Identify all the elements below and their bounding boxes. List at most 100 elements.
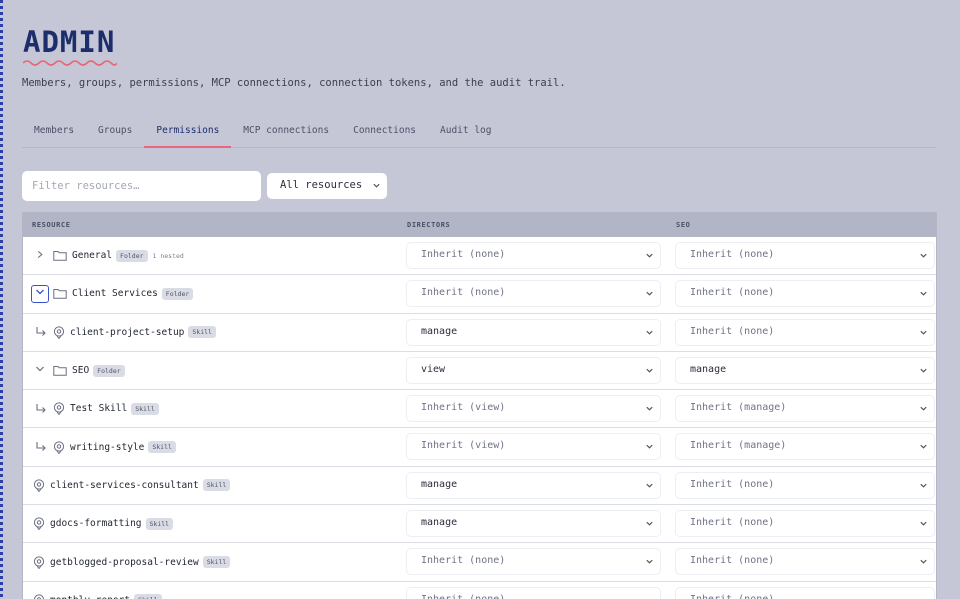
collapse-toggle[interactable] — [31, 284, 49, 303]
directors-permission-select[interactable]: view — [407, 357, 660, 383]
resource-cell: writing-style Skill — [23, 428, 403, 465]
column-header-resource: RESOURCE — [32, 221, 71, 229]
seo-permission-value: manage — [690, 363, 727, 375]
resource-cell: Test Skill Skill — [23, 390, 403, 427]
directors-permission-select[interactable]: manage — [407, 472, 660, 498]
directors-permission-value: Inherit (none) — [421, 594, 505, 599]
skill-icon — [33, 479, 45, 492]
skill-icon — [53, 402, 65, 416]
page-edge — [0, 0, 3, 599]
resource-type-badge: Skill — [188, 326, 216, 339]
table-row: SEO Folder view manage — [23, 352, 936, 391]
directors-permission-value: manage — [421, 325, 458, 337]
resource-type-select-value: All resources — [280, 179, 363, 191]
skill-icon — [33, 594, 45, 599]
table-row: getblogged-proposal-review Skill Inherit (… — [23, 543, 936, 582]
directors-permission-value: Inherit (none) — [421, 249, 506, 260]
tab-groups[interactable]: Groups — [86, 118, 144, 148]
directors-permission-value: manage — [421, 478, 458, 490]
resource-cell: gdocs-formatting Skill — [23, 505, 403, 542]
nested-count: 1 nested — [152, 251, 184, 260]
directors-permission-select[interactable]: Inherit (none) — [407, 281, 660, 307]
directors-permission-select[interactable]: Inherit (none) — [407, 587, 660, 599]
table-row: gdocs-formatting Skill manage Inherit (none… — [23, 505, 936, 544]
seo-permission-select[interactable]: Inherit (none) — [676, 472, 934, 498]
resource-type-badge: Skill — [202, 479, 231, 492]
directors-permission-value: Inherit (view) — [421, 440, 506, 452]
resource-cell: General Folder 1 nested — [23, 237, 403, 274]
chevron-down-icon — [35, 365, 45, 376]
resource-name: writing-style — [70, 441, 145, 453]
seo-permission-value: Inherit (none) — [690, 555, 775, 567]
resource-type-badge: Skill — [131, 402, 159, 415]
seo-permission-select[interactable]: Inherit (none) — [676, 511, 934, 537]
directors-permission-select[interactable]: manage — [407, 319, 660, 345]
seo-permission-select[interactable]: manage — [676, 357, 934, 383]
folder-icon — [53, 288, 67, 300]
skill-icon — [33, 517, 45, 531]
folder-icon — [53, 365, 67, 376]
resource-cell: client-services-consultant Skill — [23, 467, 403, 504]
resource-type-select[interactable]: All resources — [267, 173, 387, 199]
seo-permission-select[interactable]: Inherit (manage) — [676, 396, 934, 422]
child-arrow-icon — [35, 403, 47, 415]
filter-resources-input[interactable] — [22, 171, 261, 201]
directors-permission-select[interactable]: Inherit (view) — [407, 434, 660, 460]
folder-icon — [53, 250, 67, 261]
directors-permission-value: Inherit (none) — [421, 287, 506, 299]
directors-permission-value: Inherit (none) — [421, 555, 506, 567]
seo-permission-value: Inherit (manage) — [690, 402, 787, 414]
column-header-directors: DIRECTORS — [407, 221, 451, 229]
expand-toggle[interactable] — [31, 247, 49, 265]
admin-tabs: Members Groups Permissions MCP connectio… — [22, 118, 936, 148]
resource-cell: getblogged-proposal-review Skill — [23, 543, 403, 580]
table-row: General Folder 1 nested Inherit (none) Inher… — [23, 237, 936, 276]
title-underline — [23, 60, 117, 66]
table-row: writing-style Skill Inherit (view) Inherit … — [23, 428, 936, 467]
permissions-table: RESOURCE DIRECTORS SEO General Folder 1 ne… — [22, 212, 937, 599]
resource-type-badge: Folder — [161, 287, 194, 300]
column-header-seo: SEO — [676, 221, 691, 229]
chevron-right-icon — [36, 250, 44, 262]
child-arrow-icon — [35, 326, 47, 338]
tab-members[interactable]: Members — [22, 118, 86, 148]
directors-permission-select[interactable]: manage — [407, 511, 660, 537]
tab-permissions[interactable]: Permissions — [144, 118, 232, 148]
collapse-toggle[interactable] — [31, 362, 49, 380]
seo-permission-select[interactable]: Inherit (none) — [676, 549, 934, 575]
directors-permission-select[interactable]: Inherit (none) — [407, 549, 660, 575]
seo-permission-value: Inherit (manage) — [690, 440, 787, 452]
page-title: ADMIN — [23, 25, 116, 59]
directors-permission-select[interactable]: Inherit (view) — [407, 396, 660, 422]
tab-audit-log[interactable]: Audit log — [428, 118, 503, 148]
resource-cell: Client Services Folder — [23, 275, 403, 312]
directors-permission-value: Inherit (view) — [421, 402, 506, 414]
seo-permission-select[interactable]: Inherit (none) — [676, 587, 934, 599]
seo-permission-value: Inherit (none) — [690, 594, 774, 599]
table-row: monthly-report Skill Inherit (none) Inherit… — [23, 582, 936, 599]
skill-icon — [33, 555, 45, 569]
directors-permission-select[interactable]: Inherit (none) — [407, 243, 660, 268]
seo-permission-select[interactable]: Inherit (manage) — [676, 434, 934, 460]
seo-permission-select[interactable]: Inherit (none) — [676, 281, 934, 307]
table-row: Client Services Folder Inherit (none) Inher… — [23, 275, 936, 314]
directors-permission-value: view — [421, 363, 446, 375]
resource-name: client-project-setup — [70, 326, 185, 338]
table-row: Test Skill Skill Inherit (view) Inherit (ma… — [23, 390, 936, 429]
resource-cell: SEO Folder — [23, 352, 403, 389]
resource-name: Test Skill — [70, 403, 128, 415]
seo-permission-value: Inherit (none) — [690, 249, 775, 260]
seo-permission-select[interactable]: Inherit (none) — [676, 243, 934, 268]
resource-cell: client-project-setup Skill — [23, 314, 403, 351]
directors-permission-value: manage — [421, 517, 458, 529]
resource-type-badge: Folder — [116, 249, 148, 262]
tab-mcp-connections[interactable]: MCP connections — [231, 118, 341, 148]
chevron-down-icon — [373, 183, 380, 188]
seo-permission-select[interactable]: Inherit (none) — [676, 319, 934, 345]
resource-type-badge: Skill — [134, 594, 162, 599]
resource-name: getblogged-proposal-review — [50, 556, 199, 568]
page-subtitle: Members, groups, permissions, MCP connec… — [22, 77, 566, 89]
table-row: client-project-setup Skill manage Inherit (… — [23, 314, 936, 352]
seo-permission-value: Inherit (none) — [690, 517, 775, 529]
tab-connections[interactable]: Connections — [341, 118, 428, 148]
